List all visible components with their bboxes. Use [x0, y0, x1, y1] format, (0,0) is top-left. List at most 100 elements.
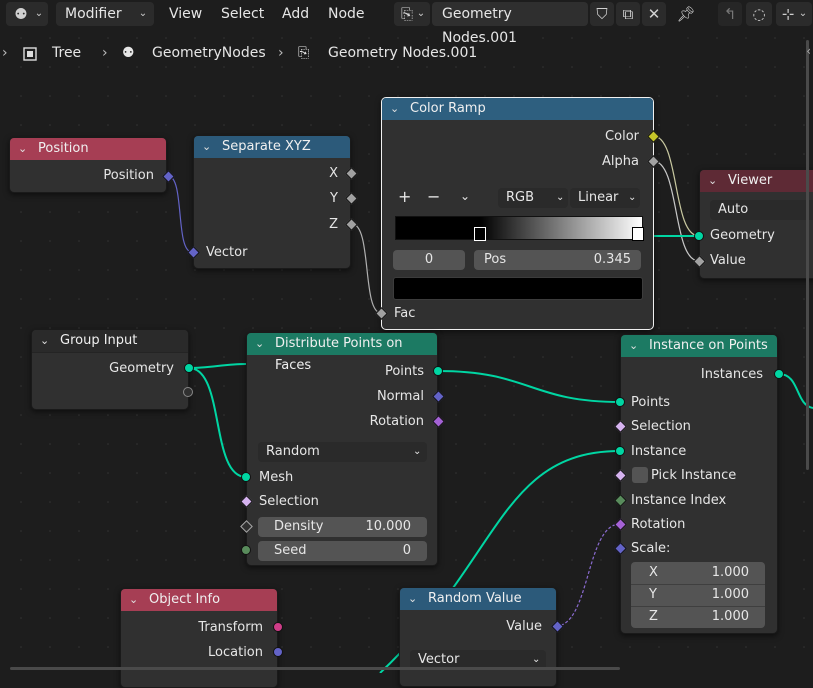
pos-label: Pos: [484, 252, 507, 267]
input-instance-index-label: Instance Index: [631, 493, 727, 508]
node-title: Position: [38, 141, 89, 156]
color-ramp-gradient[interactable]: [395, 216, 644, 241]
output-points-label: Points: [384, 364, 424, 379]
scale-z-field[interactable]: Z 1.000: [631, 606, 765, 628]
viewer-domain-dropdown[interactable]: Auto: [710, 200, 813, 220]
socket-iop-instance-in[interactable]: [615, 446, 625, 456]
node-title: Random Value: [428, 591, 522, 606]
node-title: Separate XYZ: [222, 139, 311, 154]
chevron-down-icon[interactable]: ⌄: [460, 189, 470, 203]
input-mesh-label: Mesh: [259, 470, 294, 485]
collapse-chevron-icon[interactable]: ⌄: [390, 98, 399, 120]
modifier-icon: ⚉: [122, 45, 135, 61]
node-header[interactable]: ⌄ Color Ramp: [382, 98, 653, 120]
collapse-chevron-icon[interactable]: ⌄: [255, 333, 264, 355]
node-title: Viewer: [728, 173, 773, 188]
seed-value: 0: [402, 543, 411, 558]
remove-stop-icon[interactable]: −: [427, 187, 440, 206]
input-fac-label: Fac: [394, 306, 416, 321]
node-color-ramp[interactable]: ⌄ Color Ramp Color Alpha + − ⌄ RGB ⌄ Lin…: [381, 97, 654, 330]
node-header[interactable]: ⌄ Viewer: [700, 170, 813, 192]
node-title: Instance on Points: [649, 338, 768, 353]
object-icon: [22, 46, 38, 62]
output-instances-label: Instances: [700, 367, 763, 382]
scale-x-field[interactable]: X 1.000: [631, 562, 765, 585]
chevron-left-icon[interactable]: ‹: [806, 44, 811, 58]
socket-group-empty-out[interactable]: [183, 387, 193, 397]
distribute-mode-dropdown[interactable]: Random ⌄: [258, 442, 427, 462]
add-stop-icon[interactable]: +: [398, 187, 411, 206]
collapse-chevron-icon[interactable]: ⌄: [408, 588, 417, 610]
node-header[interactable]: ⌄ Distribute Points on Faces: [247, 333, 437, 373]
input-scale-label: Scale:: [631, 541, 671, 556]
chevron-down-icon: ⌄: [413, 446, 422, 457]
socket-transform-out[interactable]: [273, 622, 283, 632]
node-header[interactable]: ⌄ Instance on Points: [621, 335, 777, 357]
collapse-chevron-icon[interactable]: ⌄: [129, 589, 138, 611]
collapse-chevron-icon[interactable]: ⌄: [629, 335, 638, 357]
collapse-chevron-icon[interactable]: ⌄: [708, 170, 717, 192]
scale-z-value: 1.000: [711, 609, 749, 624]
breadcrumb-object: Tree: [52, 45, 82, 61]
chevron-down-icon: ⌄: [628, 192, 637, 203]
collapse-chevron-icon[interactable]: ⌄: [202, 136, 211, 158]
color-mode-value: RGB: [506, 190, 535, 205]
stop-index-field[interactable]: 0: [393, 250, 465, 270]
socket-seed-in[interactable]: [241, 545, 251, 555]
breadcrumb-modifier: GeometryNodes: [152, 45, 266, 61]
socket-mesh-in[interactable]: [241, 472, 251, 482]
socket-viewer-geometry-in[interactable]: [694, 231, 704, 241]
color-mode-dropdown[interactable]: RGB ⌄: [498, 188, 568, 208]
collapse-chevron-icon[interactable]: ⌄: [18, 138, 27, 160]
node-separate-xyz[interactable]: ⌄ Separate XYZ X Y Z Vector: [193, 135, 351, 269]
scale-y-label: Y: [649, 587, 657, 602]
stop-index-value: 0: [424, 252, 434, 267]
socket-iop-points-in[interactable]: [615, 397, 625, 407]
output-transform-label: Transform: [198, 620, 263, 635]
node-group-input[interactable]: ⌄ Group Input Geometry: [31, 329, 189, 410]
horizontal-scrollbar[interactable]: [10, 667, 620, 670]
output-position-label: Position: [103, 168, 154, 183]
node-object-info[interactable]: ⌄ Object Info Transform Location: [120, 588, 278, 688]
input-rotation-label: Rotation: [631, 517, 686, 532]
scale-y-field[interactable]: Y 1.000: [631, 584, 765, 607]
color-stop-white[interactable]: [632, 227, 644, 241]
vertical-scrollbar[interactable]: [806, 40, 809, 470]
stop-color-swatch[interactable]: [393, 277, 643, 300]
scale-z-label: Z: [649, 609, 658, 624]
density-value: 10.000: [365, 519, 412, 534]
scale-vector-field[interactable]: X 1.000 Y 1.000 Z 1.000: [631, 562, 765, 628]
interpolation-value: Linear: [578, 190, 619, 205]
node-header[interactable]: ⌄ Position: [10, 138, 166, 160]
node-distribute-points[interactable]: ⌄ Distribute Points on Faces Points Norm…: [246, 332, 438, 566]
node-header[interactable]: ⌄ Object Info: [121, 589, 277, 611]
pick-instance-checkbox[interactable]: [632, 467, 648, 483]
density-field[interactable]: Density 10.000: [258, 517, 427, 537]
socket-group-geometry-out[interactable]: [184, 363, 194, 373]
output-color-label: Color: [605, 129, 639, 144]
socket-instances-out[interactable]: [774, 369, 784, 379]
scale-x-value: 1.000: [711, 565, 749, 580]
stop-position-field[interactable]: Pos 0.345: [474, 250, 641, 270]
scale-y-value: 1.000: [711, 587, 749, 602]
node-position[interactable]: ⌄ Position Position: [9, 137, 167, 193]
node-instance-on-points[interactable]: ⌄ Instance on Points Instances Points Se…: [620, 334, 778, 634]
distribute-mode-value: Random: [266, 444, 320, 459]
node-header[interactable]: ⌄ Random Value: [400, 588, 556, 610]
seed-field[interactable]: Seed 0: [258, 541, 427, 561]
interpolation-dropdown[interactable]: Linear ⌄: [570, 188, 640, 208]
node-header[interactable]: ⌄ Separate XYZ: [194, 136, 350, 158]
collapse-chevron-icon[interactable]: ⌄: [40, 330, 49, 352]
output-geometry-label: Geometry: [109, 361, 174, 376]
socket-location-out[interactable]: [273, 647, 283, 657]
output-x-label: X: [329, 166, 338, 181]
seed-label: Seed: [274, 543, 307, 558]
node-title: Group Input: [60, 333, 138, 348]
density-label: Density: [274, 519, 324, 534]
socket-points-out[interactable]: [433, 366, 443, 376]
node-random-value[interactable]: ⌄ Random Value Value Vector ⌄: [399, 587, 557, 687]
color-stop-black[interactable]: [474, 227, 486, 241]
node-header[interactable]: ⌄ Group Input: [32, 330, 188, 353]
random-type-value: Vector: [418, 652, 460, 667]
node-viewer[interactable]: ⌄ Viewer Auto Geometry Value: [699, 169, 813, 279]
